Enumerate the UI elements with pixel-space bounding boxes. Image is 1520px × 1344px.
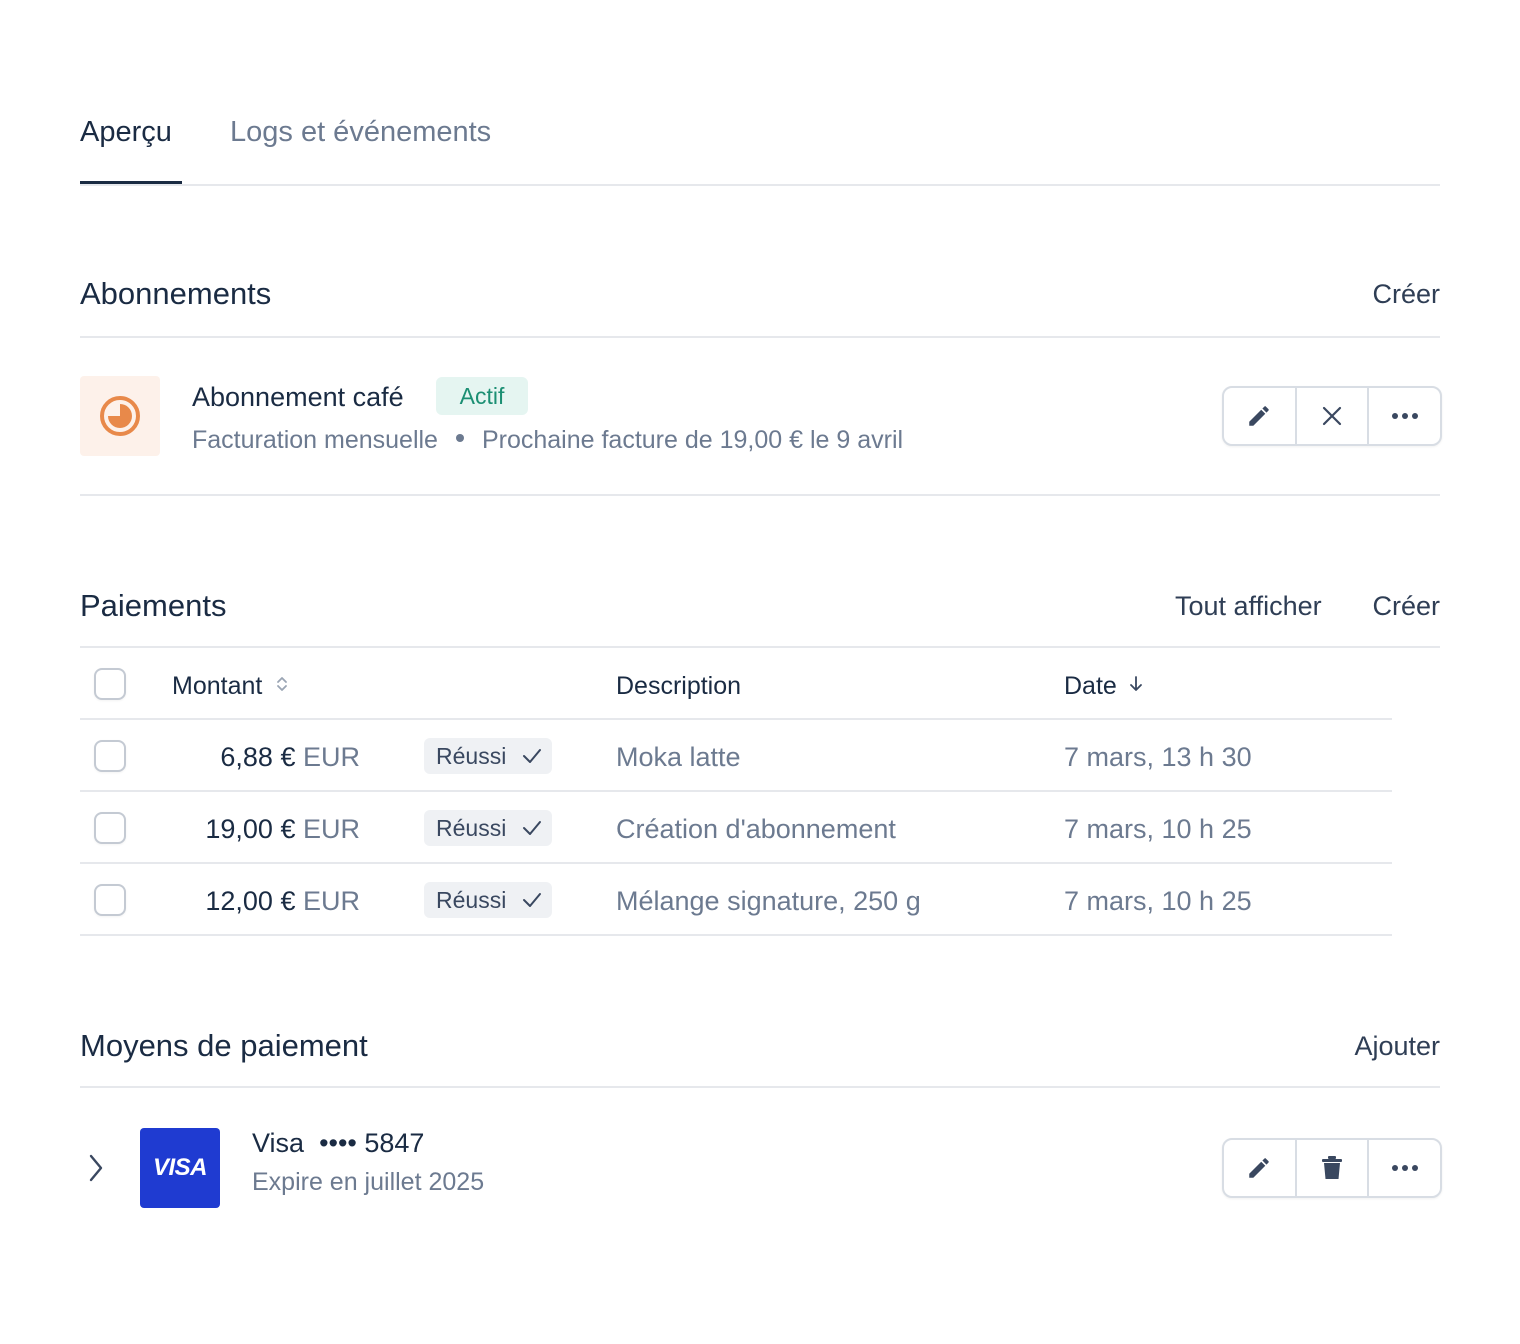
- delete-payment-method-button[interactable]: [1297, 1140, 1370, 1196]
- status-badge-active: Actif: [436, 377, 528, 415]
- payment-date: 7 mars, 10 h 25: [1064, 814, 1252, 844]
- subscriptions-title: Abonnements: [80, 276, 272, 311]
- tab-bar: Aperçu Logs et événements: [0, 0, 1520, 186]
- subscription-icon: [80, 376, 160, 456]
- column-amount[interactable]: Montant: [172, 672, 289, 701]
- column-description[interactable]: Description: [616, 672, 741, 701]
- tab-divider: [80, 184, 1440, 186]
- column-date[interactable]: Date: [1064, 672, 1144, 701]
- check-icon: [523, 749, 541, 763]
- subscription-actions: [1222, 386, 1442, 446]
- billing-frequency: Facturation mensuelle: [192, 426, 438, 454]
- status-badge: Réussi: [424, 810, 552, 846]
- subscription-name[interactable]: Abonnement café: [192, 382, 404, 413]
- cancel-subscription-button[interactable]: [1297, 388, 1370, 444]
- edit-subscription-button[interactable]: [1224, 388, 1297, 444]
- more-icon: [1391, 1165, 1418, 1171]
- card-last4: •••• 5847: [319, 1128, 425, 1158]
- close-icon: [1322, 406, 1342, 426]
- tab-overview[interactable]: Aperçu: [80, 116, 172, 149]
- add-payment-method-link[interactable]: Ajouter: [1354, 1031, 1440, 1062]
- more-icon: [1391, 413, 1418, 419]
- expand-payment-method-button[interactable]: [84, 1152, 108, 1184]
- row-checkbox[interactable]: [94, 740, 126, 772]
- create-payment-link[interactable]: Créer: [1372, 591, 1440, 622]
- payment-amount: 19,00 € EUR: [205, 814, 360, 844]
- payment-description: Mélange signature, 250 g: [616, 886, 921, 916]
- create-subscription-link[interactable]: Créer: [1372, 279, 1440, 310]
- subscription-item-divider: [80, 494, 1440, 496]
- payment-methods-divider: [80, 1086, 1440, 1088]
- column-date-label: Date: [1064, 672, 1117, 700]
- payment-description: Moka latte: [616, 742, 741, 772]
- payment-date: 7 mars, 13 h 30: [1064, 742, 1252, 772]
- pencil-icon: [1249, 406, 1270, 426]
- payment-amount: 12,00 € EUR: [205, 886, 360, 916]
- payments-title: Paiements: [80, 588, 227, 623]
- check-icon: [523, 893, 541, 907]
- payment-method-expiry: Expire en juillet 2025: [252, 1168, 485, 1196]
- select-all-checkbox[interactable]: [94, 668, 126, 700]
- visa-card-logo: VISA: [140, 1128, 220, 1208]
- pencil-icon: [1249, 1158, 1270, 1178]
- payment-method-actions: [1222, 1138, 1442, 1198]
- row-checkbox[interactable]: [94, 884, 126, 916]
- separator-dot: [455, 434, 464, 443]
- table-row[interactable]: 12,00 € EUR Réussi Mélange signature, 25…: [80, 864, 1392, 936]
- tab-logs-events[interactable]: Logs et événements: [230, 116, 491, 149]
- view-all-payments-link[interactable]: Tout afficher: [1175, 591, 1322, 622]
- edit-payment-method-button[interactable]: [1224, 1140, 1297, 1196]
- payment-methods-title: Moyens de paiement: [80, 1028, 368, 1063]
- payment-description: Création d'abonnement: [616, 814, 896, 844]
- payment-amount: 6,88 € EUR: [220, 742, 360, 772]
- trash-icon: [1322, 1156, 1342, 1179]
- subscription-meta: Facturation mensuelle Prochaine facture d…: [192, 426, 903, 455]
- table-row[interactable]: 6,88 € EUR Réussi Moka latte 7 mars, 13 …: [80, 720, 1392, 792]
- table-row[interactable]: 19,00 € EUR Réussi Création d'abonnement…: [80, 792, 1392, 864]
- check-icon: [523, 821, 541, 835]
- status-badge: Réussi: [424, 738, 552, 774]
- row-checkbox[interactable]: [94, 812, 126, 844]
- status-badge: Réussi: [424, 882, 552, 918]
- chevron-right-icon: [89, 1154, 103, 1182]
- payment-method-name[interactable]: Visa •••• 5847: [252, 1128, 424, 1159]
- payments-header-row: Montant Description Date: [80, 648, 1392, 720]
- more-payment-method-button[interactable]: [1369, 1140, 1440, 1196]
- column-amount-label: Montant: [172, 672, 263, 700]
- next-invoice: Prochaine facture de 19,00 € le 9 avril: [481, 426, 904, 454]
- subscriptions-divider: [80, 336, 1440, 338]
- payment-date: 7 mars, 10 h 25: [1064, 886, 1252, 916]
- more-subscription-button[interactable]: [1369, 388, 1440, 444]
- sort-icon: [277, 677, 288, 692]
- arrow-down-icon: [1129, 676, 1142, 692]
